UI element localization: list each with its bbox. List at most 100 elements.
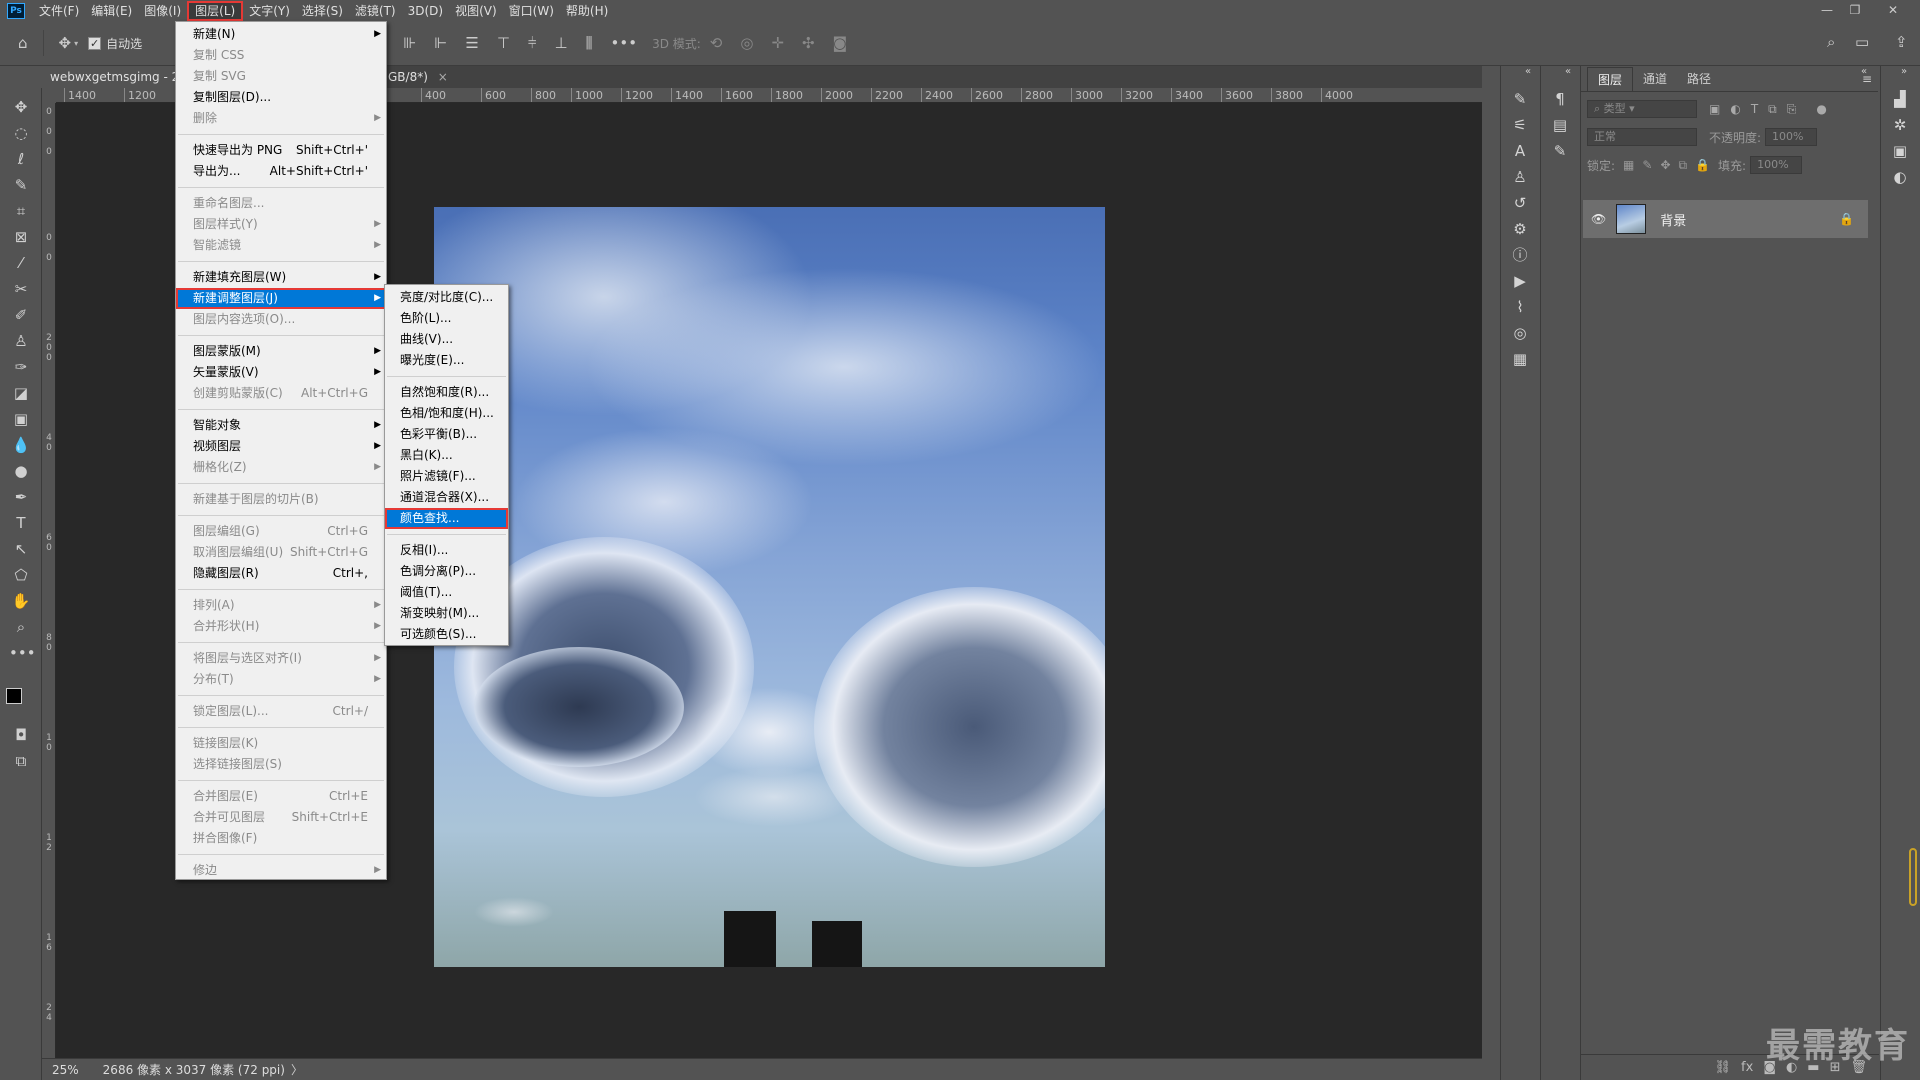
stamp-tool-icon[interactable]: ♙: [9, 330, 33, 352]
screen-mode-icon[interactable]: ⧉: [9, 750, 33, 772]
align-bottom-icon[interactable]: ⊥: [555, 34, 568, 52]
menu-item[interactable]: 色调分离(P)...: [385, 561, 508, 582]
distribute-icon[interactable]: ☰: [465, 34, 478, 52]
opacity-field[interactable]: 100%: [1765, 128, 1818, 146]
collapse-icon[interactable]: «: [1525, 66, 1531, 77]
timeline-icon[interactable]: ⌇: [1509, 296, 1531, 318]
properties-icon[interactable]: ⚙: [1509, 218, 1531, 240]
lock-position-icon[interactable]: ✥: [1660, 158, 1670, 172]
3d-orbit-icon[interactable]: ⟲: [710, 34, 723, 52]
tab-document-2[interactable]: GB/8*) ×: [380, 66, 456, 88]
auto-select-checkbox[interactable]: ✓: [88, 36, 102, 50]
filter-shape-icon[interactable]: ⧉: [1768, 102, 1777, 117]
share-icon[interactable]: ⇪: [1895, 33, 1908, 51]
fx-icon[interactable]: fx: [1741, 1060, 1753, 1075]
tab-paths[interactable]: 路径: [1677, 67, 1721, 91]
align-middle-icon[interactable]: ⫩: [528, 34, 537, 52]
menu-item[interactable]: 新建(N) ▶: [176, 24, 386, 45]
menu-1[interactable]: 编辑(E): [85, 1, 138, 21]
home-icon[interactable]: ⌂: [18, 34, 28, 52]
menu-item[interactable]: 色彩平衡(B)...: [385, 424, 508, 445]
menu-8[interactable]: 视图(V): [449, 1, 503, 21]
status-arrow-icon[interactable]: 〉: [291, 1061, 303, 1078]
character-icon[interactable]: A: [1509, 140, 1531, 162]
menu-item[interactable]: 图层蒙版(M) ▶: [176, 341, 386, 362]
hand-tool-icon[interactable]: ✋: [9, 590, 33, 612]
navigator-icon[interactable]: ✲: [1889, 114, 1911, 136]
search-icon[interactable]: ⌕: [1827, 33, 1835, 51]
path-select-icon[interactable]: ↖: [9, 538, 33, 560]
menu-item[interactable]: 导出为... Alt+Shift+Ctrl+': [176, 161, 386, 182]
info-icon[interactable]: ⓘ: [1509, 244, 1531, 266]
quick-select-icon[interactable]: ✎: [9, 174, 33, 196]
crop-tool-icon[interactable]: ⌗: [9, 200, 33, 222]
filter-toggle-icon[interactable]: ●: [1816, 102, 1826, 116]
actions-play-icon[interactable]: ▶: [1509, 270, 1531, 292]
menu-item[interactable]: 隐藏图层(R) Ctrl+,: [176, 563, 386, 584]
menu-item[interactable]: 新建调整图层(J) ▶: [176, 288, 386, 309]
zoom-level[interactable]: 25%: [42, 1063, 79, 1077]
tab-channels[interactable]: 通道: [1633, 67, 1677, 91]
filter-smart-icon[interactable]: ⎘: [1787, 102, 1797, 117]
menu-item[interactable]: 矢量蒙版(V) ▶: [176, 362, 386, 383]
3d-camera-icon[interactable]: ◙: [833, 34, 848, 52]
menu-item[interactable]: 智能对象 ▶: [176, 415, 386, 436]
3d-pan-icon[interactable]: ✛: [771, 34, 784, 52]
menu-9[interactable]: 窗口(W): [503, 1, 560, 21]
lock-all-icon[interactable]: 🔒: [1695, 158, 1710, 172]
glyphs-icon[interactable]: ▤: [1549, 114, 1571, 136]
marquee-tool-icon[interactable]: ◌: [9, 122, 33, 144]
blur-tool-icon[interactable]: 💧: [9, 434, 33, 456]
lock-artboard-icon[interactable]: ⧉: [1679, 158, 1688, 173]
color-icon[interactable]: ◐: [1889, 166, 1911, 188]
type-tool-icon[interactable]: T: [9, 512, 33, 534]
fill-field[interactable]: 100%: [1750, 156, 1803, 174]
menu-7[interactable]: 3D(D): [402, 1, 449, 21]
brush-tool-icon[interactable]: ✐: [9, 304, 33, 326]
foreground-color-swatch[interactable]: [6, 688, 22, 704]
3d-panel-icon[interactable]: ◎: [1509, 322, 1531, 344]
eraser-tool-icon[interactable]: ◪: [9, 382, 33, 404]
menu-item[interactable]: 色阶(L)...: [385, 308, 508, 329]
menu-item[interactable]: 通道混合器(X)...: [385, 487, 508, 508]
3d-slide-icon[interactable]: ✣: [802, 34, 815, 52]
healing-brush-icon[interactable]: ✂: [9, 278, 33, 300]
menu-item[interactable]: 阈值(T)...: [385, 582, 508, 603]
lock-pixels-icon[interactable]: ▦: [1623, 158, 1634, 172]
menu-2[interactable]: 图像(I): [138, 1, 187, 21]
clone-source-icon[interactable]: ♙: [1509, 166, 1531, 188]
scrollbar-thumb[interactable]: [1909, 848, 1917, 906]
libraries-icon[interactable]: ▣: [1889, 140, 1911, 162]
tab-document-1[interactable]: webwxgetmsgimg - 2: [42, 66, 188, 88]
close-tab-icon[interactable]: ×: [438, 70, 448, 84]
menu-4[interactable]: 文字(Y): [243, 1, 296, 21]
lasso-tool-icon[interactable]: ℓ: [9, 148, 33, 170]
filter-pixel-icon[interactable]: ▣: [1709, 102, 1720, 116]
layer-row-background[interactable]: 👁 背景 🔒: [1583, 200, 1868, 238]
menu-item[interactable]: 色相/饱和度(H)...: [385, 403, 508, 424]
menu-item[interactable]: 可选颜色(S)...: [385, 624, 508, 645]
more-options-icon[interactable]: •••: [611, 34, 638, 52]
menu-item[interactable]: 复制图层(D)...: [176, 87, 386, 108]
zoom-tool-icon[interactable]: ⌕: [9, 616, 33, 638]
menu-item[interactable]: 照片滤镜(F)...: [385, 466, 508, 487]
gradient-tool-icon[interactable]: ▣: [9, 408, 33, 430]
menu-item[interactable]: 视频图层 ▶: [176, 436, 386, 457]
menu-5[interactable]: 选择(S): [296, 1, 349, 21]
align-center-icon[interactable]: ⊪: [403, 34, 416, 52]
menu-6[interactable]: 滤镜(T): [349, 1, 402, 21]
close-icon[interactable]: ✕: [1880, 0, 1906, 20]
lock-paint-icon[interactable]: ✎: [1642, 158, 1652, 172]
paragraph-icon[interactable]: ¶: [1549, 88, 1571, 110]
frame-tool-icon[interactable]: ⊠: [9, 226, 33, 248]
notes-icon[interactable]: ✎: [1549, 140, 1571, 162]
tab-layers[interactable]: 图层: [1587, 67, 1634, 91]
history-icon[interactable]: ↺: [1509, 192, 1531, 214]
pen-tool-icon[interactable]: ✒: [9, 486, 33, 508]
brush-settings-icon[interactable]: ✎: [1509, 88, 1531, 110]
dodge-tool-icon[interactable]: ●: [9, 460, 33, 482]
link-layers-icon[interactable]: ⛓: [1715, 1060, 1732, 1075]
table-icon[interactable]: ▦: [1509, 348, 1531, 370]
menu-10[interactable]: 帮助(H): [560, 1, 614, 21]
menu-item[interactable]: 亮度/对比度(C)...: [385, 287, 508, 308]
